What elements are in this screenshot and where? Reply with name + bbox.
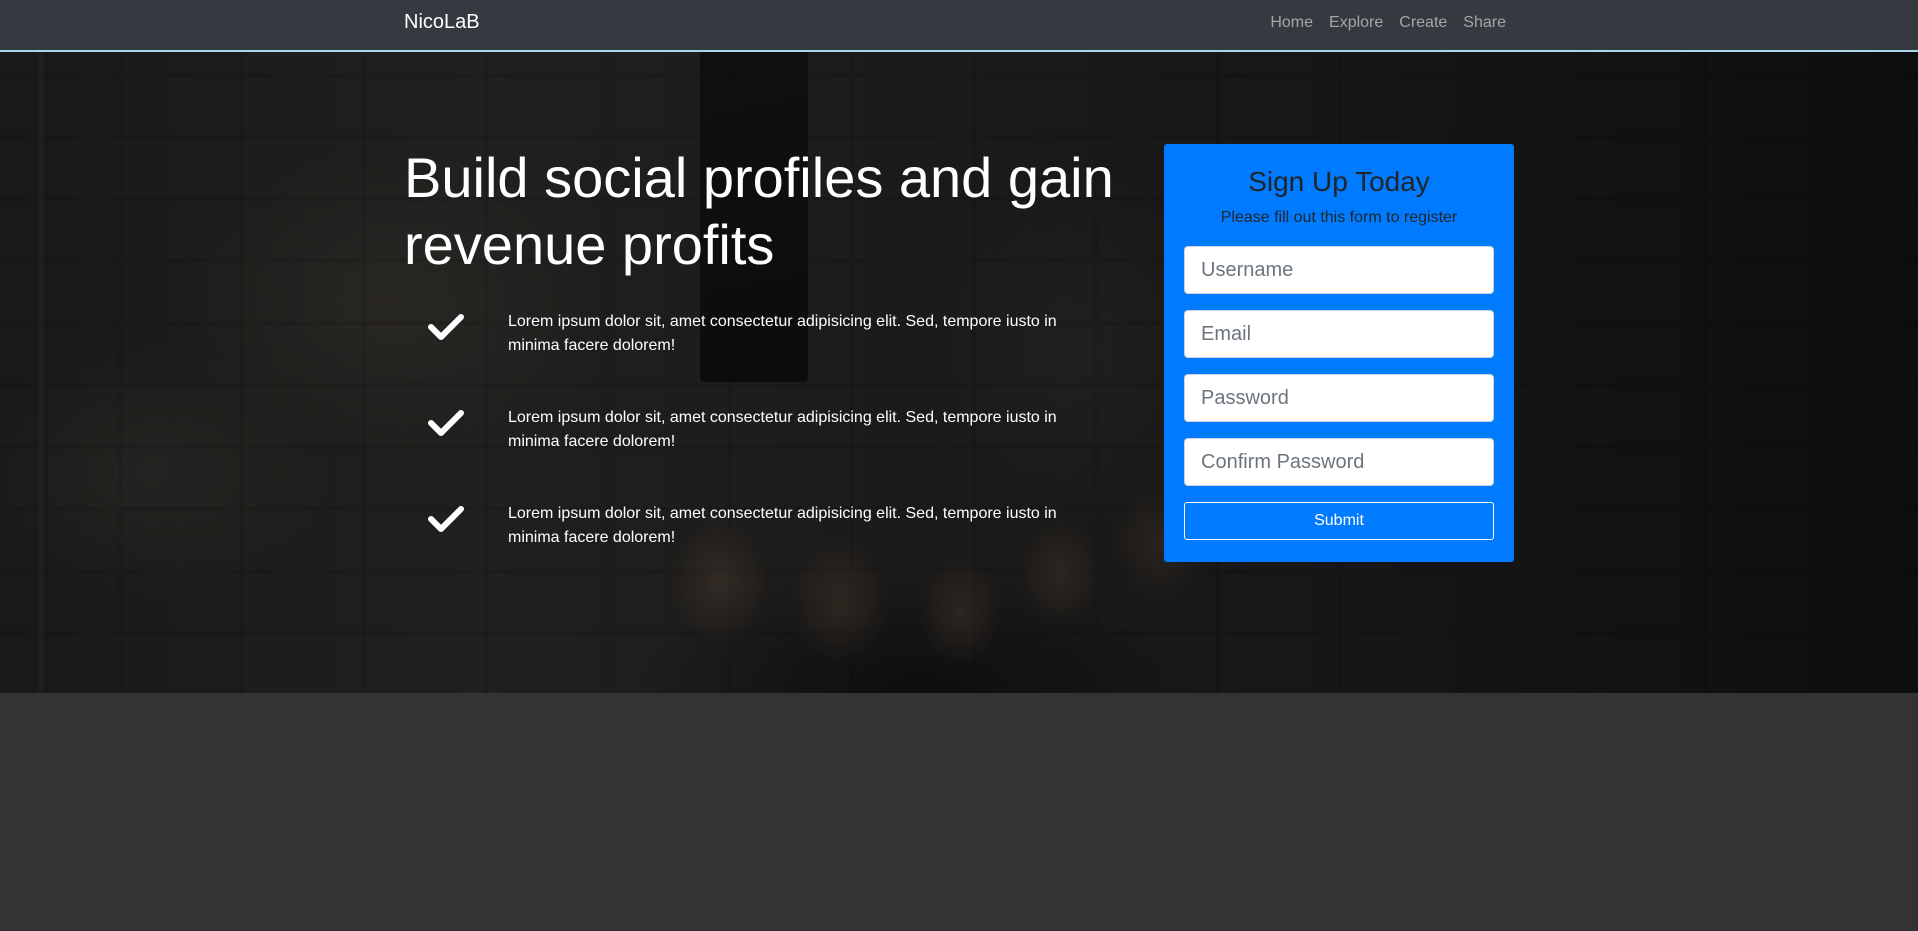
feature-item: Lorem ipsum dolor sit, amet consectetur … <box>404 500 1104 596</box>
nav-link-share[interactable]: Share <box>1463 13 1506 33</box>
feature-text: Lorem ipsum dolor sit, amet consectetur … <box>508 313 1057 354</box>
password-field[interactable] <box>1184 374 1494 422</box>
username-field[interactable] <box>1184 246 1494 294</box>
check-icon <box>428 506 464 532</box>
confirm-password-field[interactable] <box>1184 438 1494 486</box>
navbar: NicoLaB Home Explore Create Share <box>0 0 1918 52</box>
hero-headline: Build social profiles and gain revenue p… <box>404 146 1114 276</box>
nav-link-home[interactable]: Home <box>1270 13 1313 33</box>
brand-logo[interactable]: NicoLaB <box>404 12 480 32</box>
check-icon <box>428 410 464 436</box>
submit-button[interactable]: Submit <box>1184 502 1494 540</box>
feature-item: Lorem ipsum dolor sit, amet consectetur … <box>404 308 1104 404</box>
check-icon <box>428 314 464 340</box>
feature-text: Lorem ipsum dolor sit, amet consectetur … <box>508 409 1057 450</box>
feature-list: Lorem ipsum dolor sit, amet consectetur … <box>404 308 1104 596</box>
feature-item: Lorem ipsum dolor sit, amet consectetur … <box>404 404 1104 500</box>
feature-text: Lorem ipsum dolor sit, amet consectetur … <box>508 505 1057 546</box>
signup-title: Sign Up Today <box>1248 166 1430 197</box>
email-field[interactable] <box>1184 310 1494 358</box>
signup-subtitle: Please fill out this form to register <box>1220 209 1458 226</box>
nav-link-explore[interactable]: Explore <box>1329 13 1383 33</box>
nav-link-create[interactable]: Create <box>1399 13 1447 33</box>
nav-links: Home Explore Create Share <box>1270 13 1506 33</box>
signup-card: Sign Up Today Please fill out this form … <box>1164 144 1514 562</box>
